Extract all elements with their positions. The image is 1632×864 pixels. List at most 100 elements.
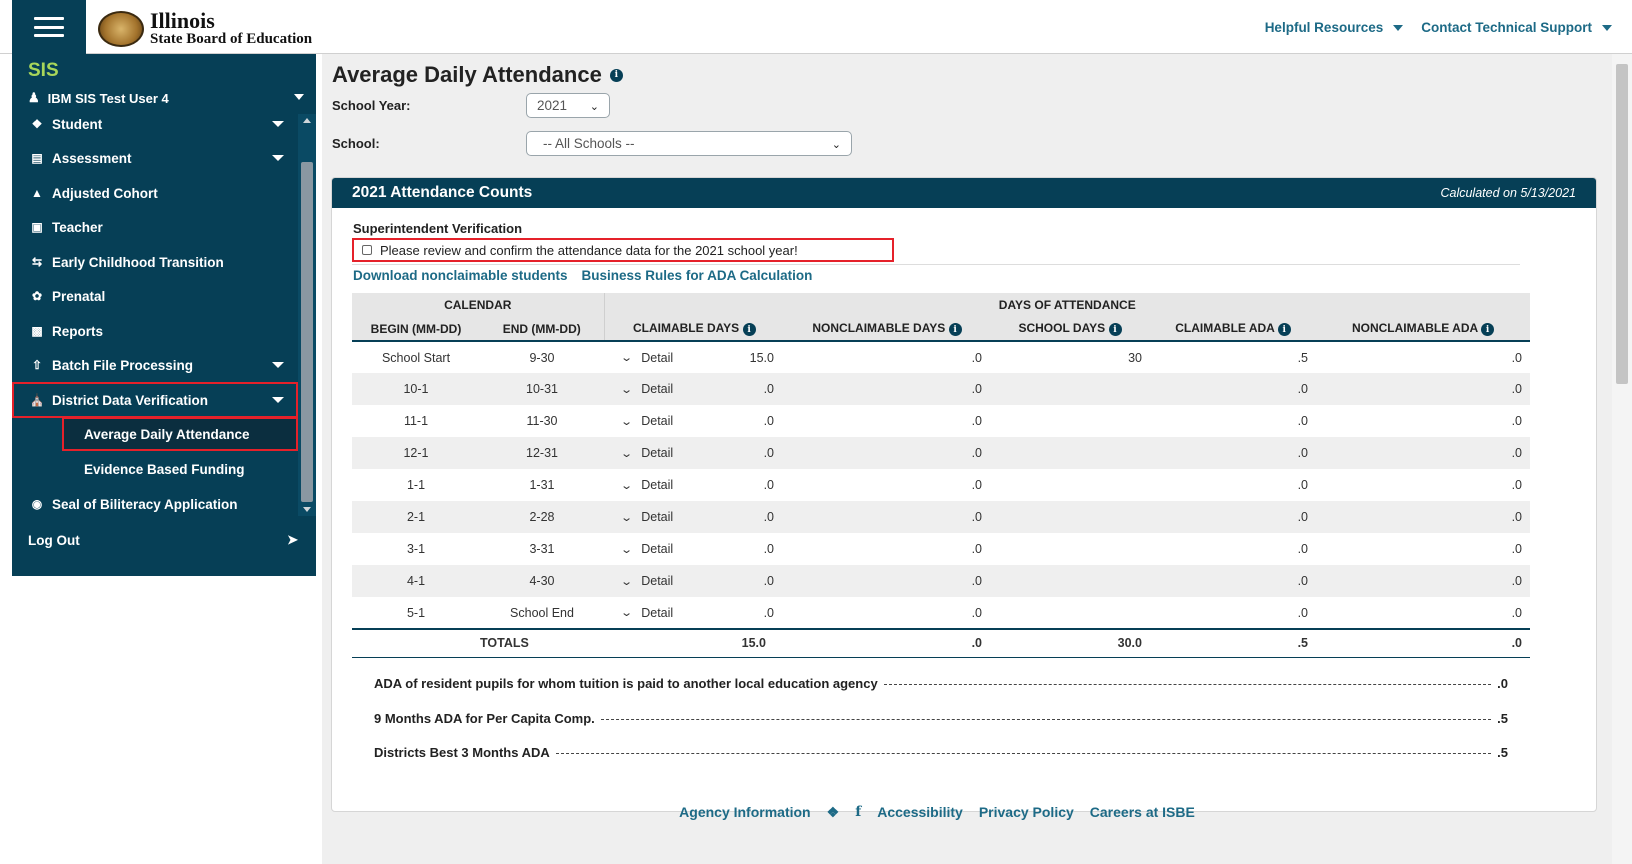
claimable-days-cell: ⌄ Detail .0	[604, 533, 784, 565]
agency-information-link[interactable]: Agency Information	[679, 804, 810, 821]
page-scrollbar[interactable]	[1612, 54, 1632, 864]
table-row: 5-1 School End ⌄ Detail .0 .0 .0 .0	[352, 597, 1530, 629]
begin-cell: 10-1	[352, 373, 480, 405]
nonclaimable-days-cell: .0	[784, 373, 990, 405]
sidebar-item-early-childhood[interactable]: ⇆ Early Childhood Transition	[12, 244, 298, 280]
accessibility-link[interactable]: Accessibility	[877, 804, 963, 821]
nonclaimable-days-cell: .0	[784, 565, 990, 597]
totals-cell: .5	[1150, 628, 1316, 658]
contact-support-link[interactable]: Contact Technical Support	[1421, 20, 1612, 35]
detail-toggle[interactable]: ⌄ Detail .0	[604, 382, 784, 396]
begin-cell: 4-1	[352, 565, 480, 597]
card-header: 2021 Attendance Counts Calculated on 5/1…	[332, 178, 1596, 208]
detail-toggle[interactable]: ⌄ Detail .0	[604, 510, 784, 524]
detail-toggle[interactable]: ⌄ Detail .0	[604, 542, 784, 556]
confirm-attendance-checkbox[interactable]: Please review and confirm the attendance…	[352, 238, 894, 262]
info-icon[interactable]: i	[1481, 323, 1495, 337]
sidebar-item-adjusted-cohort[interactable]: ▲ Adjusted Cohort	[12, 175, 298, 211]
business-rules-link[interactable]: Business Rules for ADA Calculation	[582, 268, 813, 283]
logout-icon: ➤	[287, 532, 298, 547]
globe-icon: ◉	[31, 497, 43, 511]
divider	[352, 264, 1520, 265]
totals-cell: .0	[1316, 628, 1530, 658]
sidebar-scroll-thumb[interactable]	[301, 162, 313, 502]
scroll-up-icon[interactable]	[303, 118, 311, 123]
nonclaimable-ada-cell: .0	[1511, 350, 1522, 365]
detail-toggle[interactable]: ⌄ Detail 15.0	[604, 351, 784, 365]
chevron-down-icon	[272, 121, 284, 127]
sidebar-subitem-evidence-based-funding[interactable]: Evidence Based Funding	[62, 452, 298, 486]
detail-toggle[interactable]: ⌄ Detail .0	[604, 414, 784, 428]
sidebar-item-student[interactable]: ❖ Student	[12, 114, 298, 142]
sidebar-subitem-average-daily-attendance[interactable]: Average Daily Attendance	[62, 417, 298, 451]
school-year-select[interactable]: 2021 ⌄	[526, 93, 610, 118]
col-school-days: SCHOOL DAYS i	[990, 317, 1150, 342]
end-cell: 12-31	[480, 437, 604, 469]
claimable-days-cell: ⌄ Detail .0	[604, 373, 784, 405]
page-scroll-thumb[interactable]	[1616, 64, 1628, 384]
top-links: Helpful Resources Contact Technical Supp…	[1265, 20, 1612, 35]
logo-line1: Illinois	[150, 8, 215, 33]
table-row: 12-1 12-31 ⌄ Detail .0.0.0.0	[352, 437, 1530, 469]
privacy-policy-link[interactable]: Privacy Policy	[979, 804, 1074, 821]
nonclaimable-ada-cell: .0	[1316, 437, 1530, 469]
logout-button[interactable]: Log Out ➤	[12, 520, 316, 560]
hamburger-icon	[34, 17, 64, 37]
download-nonclaimable-link[interactable]: Download nonclaimable students	[353, 268, 568, 283]
attendance-card: 2021 Attendance Counts Calculated on 5/1…	[331, 177, 1597, 812]
begin-cell: 12-1	[352, 437, 480, 469]
scroll-down-icon[interactable]	[303, 507, 311, 512]
totals-cell: 30.0	[990, 628, 1150, 658]
detail-toggle[interactable]: ⌄ Detail .0	[604, 574, 784, 588]
school-select[interactable]: -- All Schools -- ⌄	[526, 131, 852, 156]
sidebar-item-reports[interactable]: ▩ Reports	[12, 313, 298, 349]
sidebar-item-teacher[interactable]: ▣ Teacher	[12, 209, 298, 245]
app-name: SIS	[28, 60, 59, 81]
claimable-ada-cell: .0	[1297, 605, 1308, 620]
user-menu[interactable]: ♟ IBM SIS Test User 4	[28, 90, 314, 106]
info-icon[interactable]: i	[1277, 323, 1291, 337]
card-links: Download nonclaimable students Business …	[353, 268, 812, 283]
nonclaimable-days-cell: .0	[971, 414, 982, 428]
chevron-down-icon: ⌄	[589, 101, 599, 113]
chevron-down-icon: ⌄	[620, 383, 634, 396]
school-days-cell	[990, 565, 1150, 597]
days-group-header: DAYS OF ATTENDANCE	[603, 293, 1530, 317]
sidebar-item-prenatal[interactable]: ✿ Prenatal	[12, 278, 298, 314]
claimable-ada-cell: .0	[1150, 373, 1316, 405]
info-icon[interactable]: i	[1108, 323, 1122, 337]
info-icon[interactable]: i	[609, 68, 623, 82]
detail-toggle[interactable]: ⌄ Detail .0	[604, 606, 784, 620]
isbe-logo[interactable]: Illinois State Board of Education	[98, 10, 312, 47]
school-days-cell	[990, 501, 1150, 533]
chevron-down-icon: ⌄	[831, 139, 841, 151]
school-days-cell	[990, 373, 1150, 405]
info-icon[interactable]: i	[948, 323, 962, 337]
careers-link[interactable]: Careers at ISBE	[1090, 804, 1195, 821]
nonclaimable-days-cell: .0	[784, 437, 990, 469]
sidebar-item-batch-file[interactable]: ⇧ Batch File Processing	[12, 347, 298, 383]
detail-toggle[interactable]: ⌄ Detail .0	[604, 478, 784, 492]
sidebar-item-seal-of-biliteracy[interactable]: ◉ Seal of Biliteracy Application	[12, 486, 298, 514]
sidebar-item-assessment[interactable]: ▤ Assessment	[12, 140, 298, 176]
twitter-icon[interactable]: ❖	[827, 804, 840, 821]
sidebar-item-district-data-verification[interactable]: ⛪ District Data Verification	[12, 382, 298, 418]
sidebar: SIS ♟ IBM SIS Test User 4 ❖ Student ▤ As…	[12, 54, 316, 576]
claimable-ada-cell: .0	[1150, 565, 1316, 597]
cohort-icon: ▲	[31, 186, 43, 200]
table-row: 11-1 11-30 ⌄ Detail .0 .0 .0 .0	[352, 405, 1530, 437]
detail-toggle[interactable]: ⌄ Detail .0	[604, 446, 784, 460]
calculated-date: Calculated on 5/13/2021	[1440, 186, 1576, 200]
hamburger-menu-button[interactable]	[12, 0, 86, 54]
table-row: 4-1 4-30 ⌄ Detail .0.0.0.0	[352, 565, 1530, 597]
helpful-resources-link[interactable]: Helpful Resources	[1265, 20, 1404, 35]
facebook-icon[interactable]: f	[855, 804, 861, 821]
nonclaimable-days-cell: .0	[971, 478, 982, 492]
sidebar-scrollbar[interactable]	[298, 114, 316, 516]
begin-cell: School Start	[381, 350, 451, 365]
info-icon[interactable]: i	[742, 323, 756, 337]
totals-row: TOTALS 15.0.0 30.0.5.0	[352, 628, 1530, 658]
checkbox[interactable]	[362, 245, 372, 255]
transition-icon: ⇆	[31, 255, 43, 269]
summary-row: 9 Months ADA for Per Capita Comp. .5	[374, 711, 1508, 726]
